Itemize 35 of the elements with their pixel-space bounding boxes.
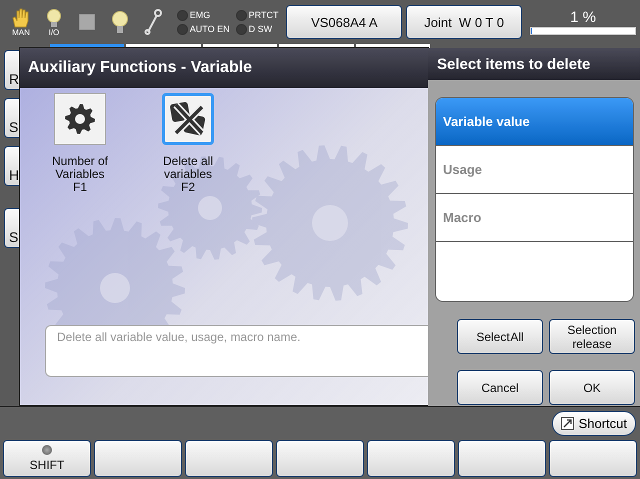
wrench-icon bbox=[144, 9, 162, 35]
indicator-label: D SW bbox=[248, 24, 272, 34]
mode-label: MAN bbox=[12, 28, 30, 36]
description-field: Delete all variable value, usage, macro name. bbox=[45, 325, 428, 377]
indicator-label: EMG bbox=[190, 10, 210, 20]
io-label: I/O bbox=[48, 28, 60, 36]
indicator-label: AUTO EN bbox=[190, 24, 230, 34]
function-button[interactable]: Delete all variables F2 bbox=[142, 93, 234, 193]
selection-release-button[interactable]: Selection release bbox=[549, 319, 635, 354]
gear-icon bbox=[64, 103, 96, 135]
shortcut-button[interactable]: Shortcut bbox=[552, 411, 636, 436]
bulb-icon bbox=[110, 10, 130, 34]
function-key[interactable] bbox=[185, 440, 273, 477]
cancel-button[interactable]: Cancel bbox=[457, 370, 543, 405]
function-key[interactable] bbox=[276, 440, 364, 477]
function-key[interactable] bbox=[549, 440, 637, 477]
function-key[interactable] bbox=[367, 440, 455, 477]
function-button[interactable]: Number of Variables F1 bbox=[34, 93, 126, 193]
panel-title: Select items to delete bbox=[428, 48, 640, 80]
function-key[interactable] bbox=[458, 440, 546, 477]
indicator-label: PRTCT bbox=[248, 10, 278, 20]
program-button[interactable]: VS068A4 A bbox=[286, 5, 402, 39]
select-all-button[interactable]: Select All bbox=[457, 319, 543, 354]
function-key[interactable] bbox=[94, 440, 182, 477]
side-button[interactable]: H bbox=[4, 146, 20, 186]
shift-key[interactable]: SHIFT bbox=[3, 440, 91, 477]
coordinate-button[interactable]: Joint W 0 T 0 bbox=[406, 5, 522, 39]
side-button[interactable]: S bbox=[4, 208, 20, 248]
side-button[interactable]: R bbox=[4, 50, 20, 90]
dialog-title: Auxiliary Functions - Variable bbox=[20, 48, 428, 88]
list-item[interactable]: Variable value bbox=[436, 98, 633, 146]
side-button[interactable]: S bbox=[4, 98, 20, 138]
speed-reading: 1 % bbox=[570, 9, 596, 27]
ok-button[interactable]: OK bbox=[549, 370, 635, 405]
shortcut-icon bbox=[560, 417, 574, 430]
